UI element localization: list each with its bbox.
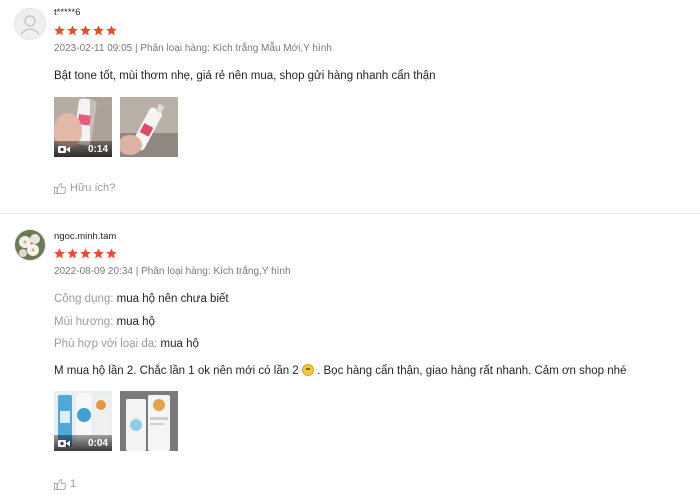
star-icon [106,248,117,259]
review-photo [120,391,178,451]
review-text-part: . Bọc hàng cẩn thận, giao hàng rất nhanh… [317,365,627,377]
review-media: 0:04 [54,391,178,451]
helpful-button[interactable]: Hữu ích? [54,182,115,194]
attribute-key: Phù hợp với loại da: [54,338,158,350]
review-video-thumbnail[interactable]: 0:14 [54,97,112,157]
review-meta: 2023-02-11 09:05 | Phân loại hàng: Kích … [54,43,332,54]
star-icon [93,248,104,259]
review-attribute-effect: Công dụng: mua hộ nên chưa biết [54,293,229,305]
star-rating [54,248,117,259]
variation-label: Phân loại hàng: [141,266,211,277]
review-item: t*****6 2023-02-11 09:05 | Phân loại hàn… [0,0,700,214]
review-media: 0:14 [54,97,178,157]
review-image-thumbnail[interactable] [120,391,178,451]
helpful-count: 1 [70,478,77,490]
review-meta: 2022-08-09 20:34 | Phân loại hàng: Kích … [54,266,291,277]
review-photo [120,97,178,157]
attribute-key: Mùi hương: [54,316,114,328]
review-video-thumbnail[interactable]: 0:04 [54,391,112,451]
helpful-label: Hữu ích? [70,182,116,194]
review-username[interactable]: ngoc.minh.tam [54,231,116,242]
star-icon [54,248,65,259]
avatar[interactable] [14,8,46,40]
star-rating [54,25,117,36]
smile-emoji-icon [301,364,314,376]
variation-label: Phân loại hàng: [140,43,210,54]
video-duration: 0:04 [87,437,108,449]
video-camera-icon [58,145,70,153]
star-icon [93,25,104,36]
review-date: 2023-02-11 09:05 [54,43,133,54]
thumbs-up-icon [54,478,66,490]
variation-value: Kích trắng Mẫu Mới,Y hình [212,43,332,54]
review-attribute-skin-type: Phù hợp với loại da: mua hộ [54,338,199,350]
user-avatar-image [15,230,45,260]
attribute-key: Công dụng: [54,293,114,305]
attribute-value: mua hộ nên chưa biết [116,293,229,305]
video-duration: 0:14 [87,143,108,155]
review-image-thumbnail[interactable] [120,97,178,157]
helpful-button[interactable]: 1 [54,478,76,490]
review-item: ngoc.minh.tam 2022-08-09 20:34 | Phân lo… [0,214,700,500]
default-avatar-icon [15,9,45,39]
attribute-value: mua hộ [116,316,155,328]
review-text: Bật tone tốt, mùi thơm nhẹ, giá rẻ nên m… [54,70,436,82]
review-attribute-scent: Mùi hương: mua hộ [54,316,155,328]
star-icon [54,25,65,36]
variation-value: Kích trắng,Y hình [213,266,291,277]
video-duration-bar: 0:04 [54,435,112,451]
video-camera-icon [58,439,70,447]
review-username[interactable]: t*****6 [54,7,80,18]
review-text: M mua hộ lần 2. Chắc lần 1 ok nên mới có… [54,364,626,377]
video-duration-bar: 0:14 [54,141,112,157]
star-icon [67,25,78,36]
thumbs-up-icon [54,182,66,194]
star-icon [80,25,91,36]
review-date: 2022-08-09 20:34 [54,266,133,277]
star-icon [67,248,78,259]
avatar[interactable] [14,229,46,261]
star-icon [80,248,91,259]
attribute-value: mua hộ [160,338,199,350]
review-text-part: M mua hộ lần 2. Chắc lần 1 ok nên mới có… [54,365,299,377]
star-icon [106,25,117,36]
